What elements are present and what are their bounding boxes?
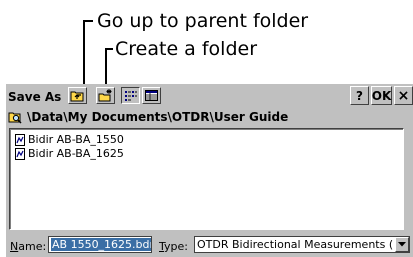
file-type-value: OTDR Bidirectional Measurements (*.bdr)	[197, 239, 393, 251]
file-type-select[interactable]: OTDR Bidirectional Measurements (*.bdr)	[194, 236, 410, 253]
new-folder-button[interactable]	[96, 87, 115, 104]
callout-go-up-text: Go up to parent folder	[97, 10, 309, 32]
file-name-value: AB 1550_1625.bdr	[51, 238, 151, 251]
file-list[interactable]: Bidir AB-BA_1550 Bidir AB-BA_1625	[9, 128, 404, 230]
up-folder-icon	[70, 91, 84, 102]
file-type-dropdown-button[interactable]	[395, 237, 409, 252]
current-path: \Data\My Documents\OTDR\User Guide	[8, 109, 288, 125]
list-view-icon	[125, 91, 137, 101]
list-view-button[interactable]	[121, 87, 140, 104]
callout-create-folder-text: Create a folder	[115, 38, 258, 60]
close-button[interactable]: ×	[394, 86, 413, 105]
details-view-button[interactable]	[142, 87, 161, 104]
bidir-file-icon	[15, 147, 25, 160]
ok-button[interactable]: OK	[371, 86, 392, 105]
name-label-rest: ame:	[18, 240, 47, 253]
details-view-icon	[145, 90, 158, 101]
type-label: Type:	[159, 241, 188, 252]
new-folder-icon	[98, 89, 112, 102]
up-folder-button[interactable]	[68, 87, 87, 104]
chevron-down-icon	[398, 242, 406, 247]
save-as-dialog: Save As ? OK × \Data\My Documents\OTDR\U…	[6, 84, 413, 257]
list-item[interactable]: Bidir AB-BA_1550	[15, 133, 124, 146]
help-button[interactable]: ?	[350, 86, 369, 105]
dialog-titlebar: Save As ? OK ×	[6, 84, 413, 107]
file-name-input[interactable]: AB 1550_1625.bdr	[48, 236, 152, 253]
callout-go-up-line-v	[83, 20, 85, 86]
file-name: Bidir AB-BA_1625	[28, 147, 124, 160]
type-label-rest: ype:	[164, 240, 188, 253]
path-text: \Data\My Documents\OTDR\User Guide	[27, 110, 289, 124]
bidir-file-icon	[15, 133, 25, 146]
file-name: Bidir AB-BA_1550	[28, 133, 124, 146]
dialog-title: Save As	[8, 90, 62, 104]
name-label: Name:	[10, 241, 46, 252]
list-item[interactable]: Bidir AB-BA_1625	[15, 147, 124, 160]
callout-create-folder-line-v	[105, 48, 107, 86]
name-label-accel: N	[10, 240, 19, 253]
folder-search-icon	[8, 112, 22, 124]
